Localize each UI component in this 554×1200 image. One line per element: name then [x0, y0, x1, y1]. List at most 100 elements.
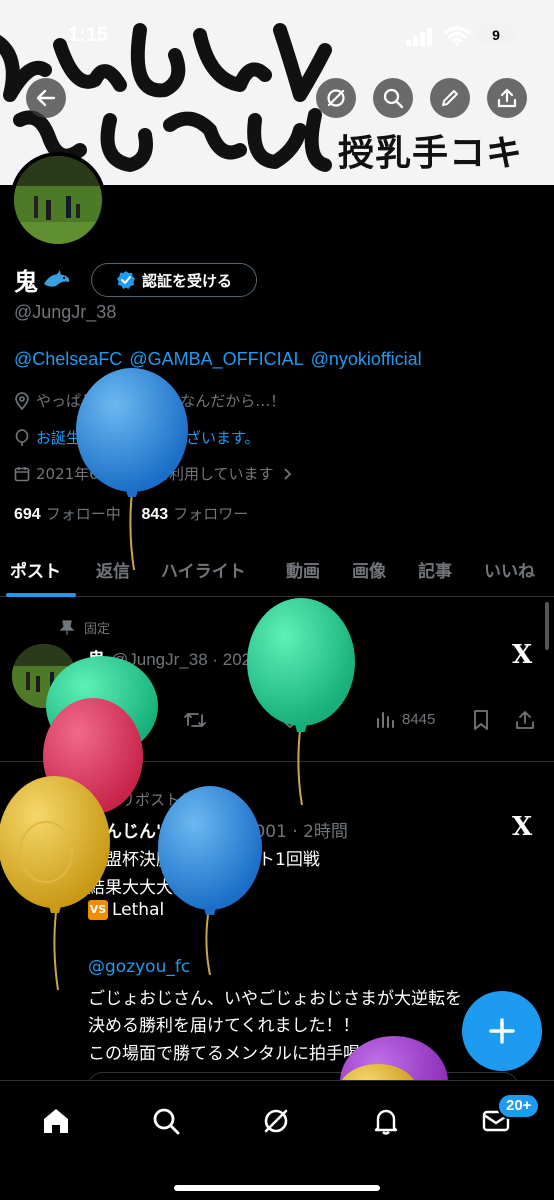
- nav-notifications[interactable]: [366, 1101, 406, 1141]
- grok-button[interactable]: [316, 78, 356, 118]
- share-icon: [516, 711, 534, 729]
- bio-link-nyoki[interactable]: @nyokiofficial: [311, 349, 422, 369]
- signal-icon: [406, 28, 432, 46]
- tweet-divider: [0, 761, 554, 762]
- battery-indicator: 9: [478, 25, 514, 45]
- following-count: 694: [14, 506, 41, 523]
- tweet-share-button[interactable]: [515, 710, 535, 730]
- share-icon: [497, 88, 517, 108]
- search-icon: [153, 1108, 180, 1135]
- tweet-avatar-photo: [12, 644, 76, 708]
- share-button[interactable]: [487, 78, 527, 118]
- following-link[interactable]: 694 フォロー中: [14, 505, 121, 523]
- search-icon: [383, 88, 404, 109]
- pinned-tweet-handle-date: @JungJr_38 · 2024/06/14: [111, 650, 308, 669]
- followers-count: 843: [141, 506, 169, 523]
- hashtag-link[interactable]: 速報: [173, 878, 207, 898]
- birthday-text: お誕生日おめでとうございます。: [36, 429, 260, 447]
- notification-icon: [374, 1109, 398, 1135]
- location-text: やっぱりだいが、1番なんだから…！: [36, 392, 286, 410]
- dolphin-emoji-icon: [44, 269, 70, 287]
- tweet-avatar[interactable]: [12, 644, 76, 708]
- nav-search[interactable]: [146, 1101, 186, 1141]
- home-indicator[interactable]: [174, 1185, 380, 1191]
- profile-tabs: ポスト 返信 ハイライト 動画 画像 記事 いいね: [0, 547, 554, 597]
- bottom-navigation: [0, 1080, 554, 1200]
- status-time: 1:15: [68, 24, 109, 46]
- scrollbar[interactable]: [545, 602, 549, 650]
- wifi-icon: [444, 26, 470, 46]
- back-icon: [36, 89, 56, 107]
- active-tab-indicator: [6, 593, 76, 597]
- get-verified-label: 認証を受ける: [141, 271, 232, 290]
- following-label: フォロー中: [45, 505, 121, 523]
- bio-link-gamba[interactable]: @GAMBA_OFFICIAL: [129, 349, 303, 369]
- views-button[interactable]: 8445: [376, 710, 435, 728]
- balloon-icon: [15, 428, 29, 446]
- pinned-tweet-name[interactable]: 鬼: [88, 650, 105, 669]
- nav-grok[interactable]: [256, 1101, 296, 1141]
- like-count: 5: [306, 710, 315, 728]
- followers-label: フォロワー: [173, 505, 249, 523]
- repost-label: あなたがリポストしました: [60, 791, 241, 809]
- profile-name: 鬼: [14, 268, 38, 296]
- profile-avatar[interactable]: [10, 152, 106, 248]
- tweet-mention: @gozyou_fc: [88, 957, 190, 977]
- tab-articles[interactable]: 記事: [418, 557, 452, 582]
- retweet-button[interactable]: [184, 710, 206, 730]
- pinned-label: 固定: [60, 618, 110, 637]
- tweet-body-3: この場面で勝てるメンタルに拍手喝采。: [88, 1044, 394, 1064]
- location-icon: [15, 391, 29, 410]
- follow-stats: 694 フォロー中 843 フォロワー: [14, 503, 248, 524]
- avatar-photo: [14, 156, 102, 244]
- bookmark-button[interactable]: [472, 710, 490, 730]
- tweet-line-1: 同盟杯決勝トーナメント1回戦: [88, 850, 320, 870]
- repost-tweet-name[interactable]: じんじん's: [88, 822, 171, 842]
- messages-badge: 20+: [497, 1093, 541, 1119]
- tweet-body-1: ごじょおじさん、いやごじょおじさまが大逆転を: [88, 989, 462, 1009]
- joined-text: 2021年6月からXを利用しています: [36, 465, 274, 483]
- profile-bio: @ChelseaFC @GAMBA_OFFICIAL @nyokiofficial: [14, 349, 429, 370]
- nav-home[interactable]: [36, 1101, 76, 1141]
- tab-likes[interactable]: いいね: [484, 557, 535, 582]
- edit-button[interactable]: [430, 78, 470, 118]
- repost-tweet-handle-time: @jinjins1001 · 2時間: [177, 822, 348, 842]
- pinned-text: 固定: [84, 622, 111, 637]
- profile-birthday[interactable]: お誕生日おめでとうございます。: [14, 427, 260, 448]
- tab-posts[interactable]: ポスト: [10, 557, 61, 582]
- tab-replies[interactable]: 返信: [96, 557, 130, 582]
- pin-icon: [60, 619, 74, 635]
- profile-joined[interactable]: 2021年6月からXを利用しています: [14, 463, 300, 484]
- banner-caption: 授乳手コキ: [338, 133, 524, 174]
- bio-link-chelsea[interactable]: @ChelseaFC: [14, 349, 122, 369]
- verified-icon: [116, 271, 135, 289]
- tab-videos[interactable]: 動画: [286, 557, 320, 582]
- profile-location: やっぱりだいが、1番なんだから…！: [14, 390, 285, 411]
- get-verified-button[interactable]: 認証を受ける: [91, 263, 257, 297]
- search-button[interactable]: [373, 78, 413, 118]
- vs-badge: VS: [88, 900, 108, 920]
- followers-link[interactable]: 843 フォロワー: [142, 505, 249, 523]
- retweet-icon: [184, 713, 206, 727]
- profile-handle: @JungJr_38: [14, 302, 117, 322]
- bookmark-icon: [474, 710, 488, 730]
- views-count: 8445: [402, 710, 436, 728]
- x-logo-icon: X: [512, 812, 533, 842]
- repost-tweet-header: じんじん's @jinjins1001 · 2時間: [88, 817, 348, 842]
- compose-button[interactable]: [462, 991, 542, 1071]
- calendar-icon: [14, 466, 30, 481]
- back-button[interactable]: [26, 78, 66, 118]
- home-icon: [44, 1109, 68, 1133]
- tweet-line-3-text: Lethal: [112, 900, 165, 920]
- views-icon: [377, 712, 394, 728]
- grok-icon: [327, 89, 345, 107]
- mention-link[interactable]: @gozyou_fc: [88, 957, 190, 977]
- tweet-body-2: 決める勝利を届けてくれました！！: [88, 1016, 360, 1036]
- like-button[interactable]: 5: [280, 710, 314, 728]
- tab-highlights[interactable]: ハイライト: [161, 557, 246, 582]
- tab-images[interactable]: 画像: [352, 557, 386, 582]
- grok-icon: [264, 1109, 288, 1133]
- status-bar: 1:15 9: [0, 0, 554, 70]
- tweet-line-3: VS Lethal: [88, 900, 164, 920]
- balloon-green-1: [247, 598, 355, 806]
